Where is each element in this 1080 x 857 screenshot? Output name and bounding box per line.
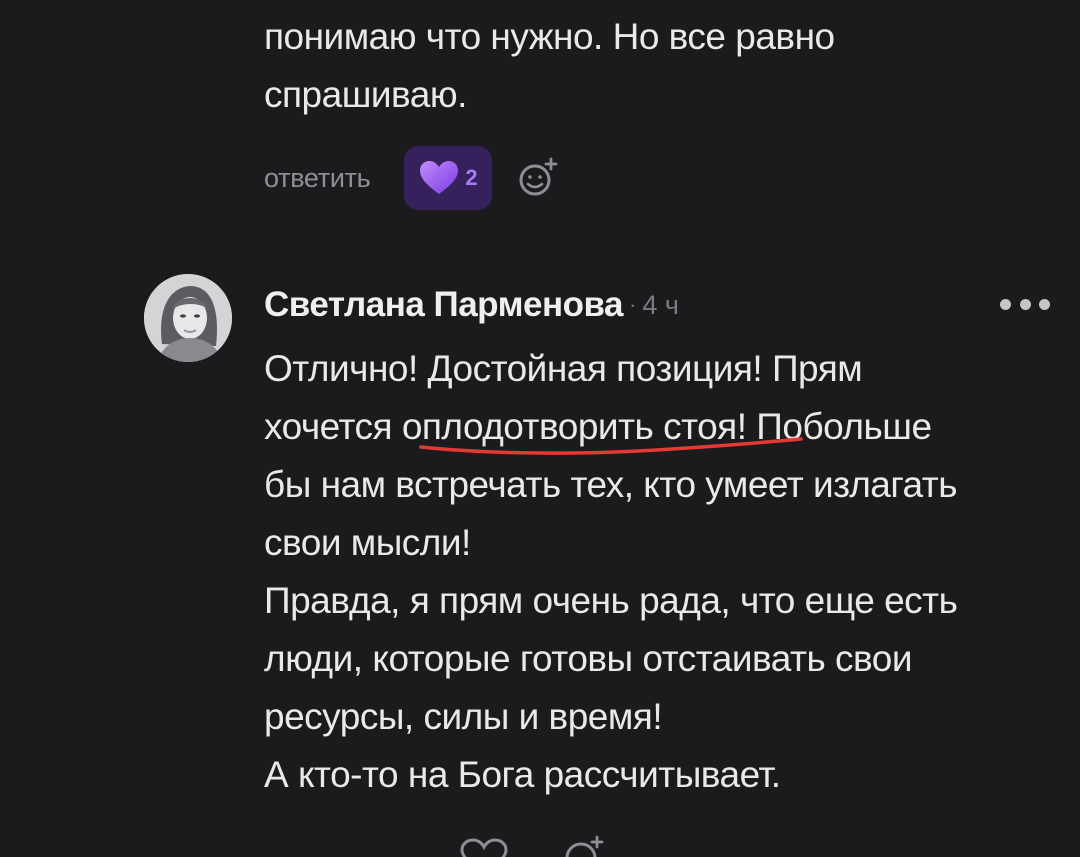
comment-text: Отлично! Достойная позиция! Прям хочется… [264, 340, 958, 804]
red-underline-mark [419, 437, 803, 455]
comment-line: свои мысли! [264, 522, 471, 563]
comment-line: ресурсы, силы и время! [264, 696, 663, 737]
comment-line: бы нам встречать тех, кто умеет излагать [264, 464, 958, 505]
comment-actions [452, 834, 606, 857]
avatar[interactable] [144, 274, 232, 362]
heart-outline-icon[interactable] [452, 834, 516, 857]
more-options-icon[interactable] [1000, 290, 1050, 318]
add-reaction-icon[interactable] [562, 834, 606, 857]
comment-line: Правда, я прям очень рада, что еще есть [264, 580, 958, 621]
add-reaction-icon[interactable] [516, 156, 560, 200]
author-name[interactable]: Светлана Парменова [264, 285, 623, 325]
avatar-image [144, 274, 232, 362]
heart-icon [420, 161, 459, 194]
previous-comment-line: понимаю что нужно. Но все равно [264, 16, 835, 57]
comment-line: Отлично! Достойная позиция! Прям [264, 348, 863, 389]
previous-comment-line: спрашиваю. [264, 74, 467, 115]
comment-line: люди, которые готовы отстаивать свои [264, 638, 913, 679]
separator-dot: · [628, 292, 637, 317]
reply-button[interactable]: ответить [264, 163, 371, 194]
previous-comment-text: понимаю что нужно. Но все равно спрашива… [264, 8, 835, 124]
like-count: 2 [465, 165, 478, 190]
comment-header: Светлана Парменова · 4 ч [264, 278, 679, 332]
previous-comment-actions: ответить 2 [264, 146, 560, 210]
comment-time: 4 ч [642, 289, 679, 320]
comment-line: А кто-то на Бога рассчитывает. [264, 754, 781, 795]
like-button[interactable]: 2 [404, 146, 493, 210]
